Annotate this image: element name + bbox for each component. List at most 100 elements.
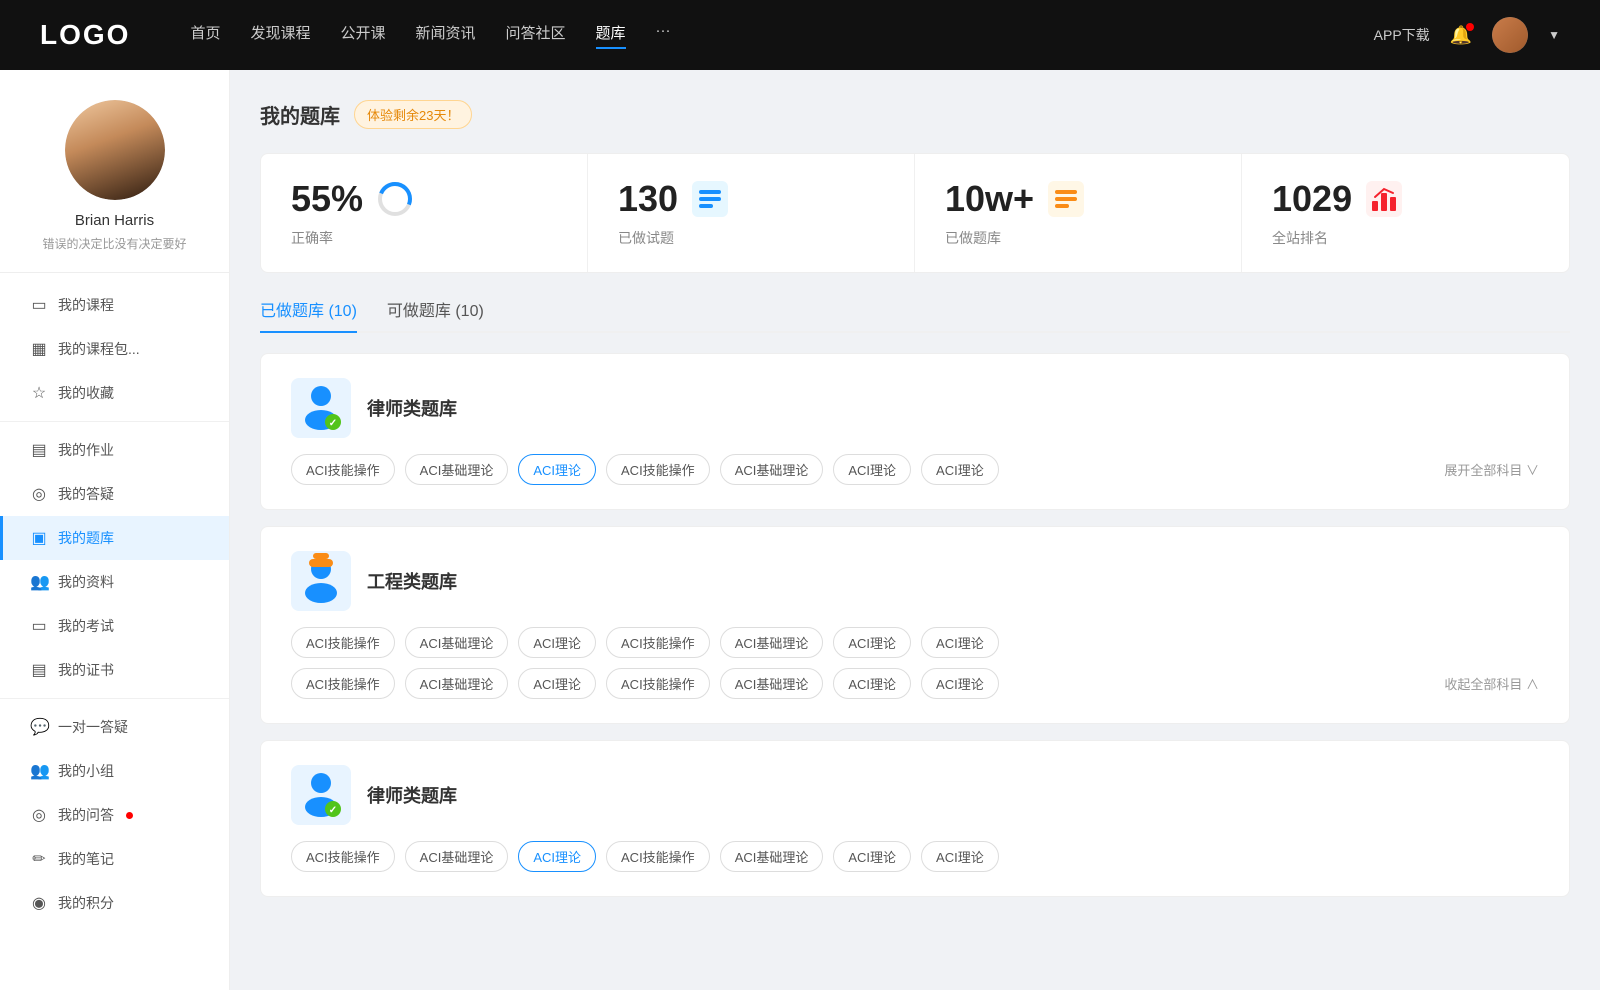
nav-open-course[interactable]: 公开课 bbox=[340, 22, 385, 49]
sidebar-item-questions[interactable]: ◎ 我的问答 bbox=[0, 793, 229, 837]
expand-link-1[interactable]: 展开全部科目 ∨ bbox=[1444, 460, 1539, 479]
course-package-icon: ▦ bbox=[30, 339, 48, 359]
stat-ranking: 1029 全站排名 bbox=[1242, 154, 1569, 272]
certificate-icon: ▤ bbox=[30, 660, 48, 680]
tag[interactable]: ACI基础理论 bbox=[720, 841, 824, 872]
banks-done-label: 已做题库 bbox=[945, 228, 1211, 248]
sidebar-item-label: 我的笔记 bbox=[58, 849, 114, 869]
sidebar-item-question-bank[interactable]: ▣ 我的题库 bbox=[0, 516, 229, 560]
nav-more[interactable]: ··· bbox=[656, 22, 671, 49]
tag[interactable]: ACI理论 bbox=[921, 668, 999, 699]
stat-top: 130 bbox=[618, 178, 884, 220]
tab-done-banks[interactable]: 已做题库 (10) bbox=[260, 297, 357, 333]
stat-accuracy: 55% 正确率 bbox=[261, 154, 588, 272]
bank-card-title-3: 律师类题库 bbox=[367, 782, 457, 808]
tag[interactable]: ACI技能操作 bbox=[291, 668, 395, 699]
sidebar-item-label: 我的证书 bbox=[58, 660, 114, 680]
sidebar-item-my-course[interactable]: ▭ 我的课程 bbox=[0, 283, 229, 327]
bank-card-2-tags-row1: ACI技能操作 ACI基础理论 ACI理论 ACI技能操作 ACI基础理论 AC… bbox=[291, 627, 1539, 658]
tag[interactable]: ACI技能操作 bbox=[291, 841, 395, 872]
qa-icon: ◎ bbox=[30, 484, 48, 504]
sidebar-item-my-qa[interactable]: ◎ 我的答疑 bbox=[0, 472, 229, 516]
trial-badge: 体验剩余23天！ bbox=[354, 100, 472, 129]
tag[interactable]: ACI基础理论 bbox=[720, 627, 824, 658]
nav-qa[interactable]: 问答社区 bbox=[506, 22, 566, 49]
sidebar-item-notes[interactable]: ✏ 我的笔记 bbox=[0, 837, 229, 881]
sidebar-item-label: 我的收藏 bbox=[58, 383, 114, 403]
tag[interactable]: ACI基础理论 bbox=[405, 668, 509, 699]
sidebar-profile: Brian Harris 错误的决定比没有决定要好 bbox=[0, 100, 229, 273]
sidebar-item-label: 我的答疑 bbox=[58, 484, 114, 504]
question-bank-icon: ▣ bbox=[30, 528, 48, 548]
tag[interactable]: ACI理论 bbox=[833, 668, 911, 699]
nav-question-bank[interactable]: 题库 bbox=[596, 22, 626, 49]
chart-red-icon bbox=[1366, 181, 1402, 217]
sidebar-item-label: 我的考试 bbox=[58, 616, 114, 636]
sidebar-avatar bbox=[65, 100, 165, 200]
tab-available-banks[interactable]: 可做题库 (10) bbox=[387, 297, 484, 331]
tag[interactable]: ACI理论 bbox=[518, 668, 596, 699]
sidebar-item-favorites[interactable]: ☆ 我的收藏 bbox=[0, 371, 229, 415]
stat-top: 55% bbox=[291, 178, 557, 220]
bank-card-2-tags-row2: ACI技能操作 ACI基础理论 ACI理论 ACI技能操作 ACI基础理论 AC… bbox=[291, 668, 1539, 699]
sidebar-divider-1 bbox=[0, 421, 229, 422]
tag[interactable]: ACI技能操作 bbox=[606, 668, 710, 699]
tag[interactable]: ACI基础理论 bbox=[720, 454, 824, 485]
bank-card-title-1: 律师类题库 bbox=[367, 395, 457, 421]
sidebar-item-label: 一对一答疑 bbox=[58, 717, 128, 737]
tag[interactable]: ACI技能操作 bbox=[291, 627, 395, 658]
tag[interactable]: ACI技能操作 bbox=[606, 627, 710, 658]
tag[interactable]: ACI基础理论 bbox=[405, 841, 509, 872]
bank-card-header-3: ✓ 律师类题库 bbox=[291, 765, 1539, 825]
tag[interactable]: ACI基础理论 bbox=[720, 668, 824, 699]
collapse-link-2[interactable]: 收起全部科目 ∧ bbox=[1444, 674, 1539, 693]
nav-news[interactable]: 新闻资讯 bbox=[416, 22, 476, 49]
main-layout: Brian Harris 错误的决定比没有决定要好 ▭ 我的课程 ▦ 我的课程包… bbox=[0, 70, 1600, 990]
stat-banks-done: 10w+ 已做题库 bbox=[915, 154, 1242, 272]
sidebar-item-label: 我的小组 bbox=[58, 761, 114, 781]
sidebar-item-exam[interactable]: ▭ 我的考试 bbox=[0, 604, 229, 648]
tag[interactable]: ACI理论 bbox=[833, 454, 911, 485]
notification-bell[interactable]: 🔔 bbox=[1450, 25, 1472, 46]
sidebar-item-one-on-one[interactable]: 💬 一对一答疑 bbox=[0, 705, 229, 749]
homework-icon: ▤ bbox=[30, 440, 48, 460]
avatar[interactable] bbox=[1492, 17, 1528, 53]
app-download[interactable]: APP下载 bbox=[1374, 25, 1430, 45]
exam-icon: ▭ bbox=[30, 616, 48, 636]
sidebar-item-certificate[interactable]: ▤ 我的证书 bbox=[0, 648, 229, 692]
tag[interactable]: ACI理论 bbox=[833, 627, 911, 658]
sidebar-item-points[interactable]: ◉ 我的积分 bbox=[0, 881, 229, 925]
accuracy-label: 正确率 bbox=[291, 228, 557, 248]
bank-card-header-1: ✓ 律师类题库 bbox=[291, 378, 1539, 438]
notes-icon: ✏ bbox=[30, 849, 48, 869]
tag[interactable]: ACI理论 bbox=[921, 627, 999, 658]
tag[interactable]: ACI技能操作 bbox=[291, 454, 395, 485]
sidebar-item-homework[interactable]: ▤ 我的作业 bbox=[0, 428, 229, 472]
tag[interactable]: ACI理论 bbox=[833, 841, 911, 872]
ranking-label: 全站排名 bbox=[1272, 228, 1539, 248]
tag-active[interactable]: ACI理论 bbox=[518, 841, 596, 872]
user-menu-chevron[interactable]: ▼ bbox=[1548, 28, 1560, 42]
sidebar-item-materials[interactable]: 👥 我的资料 bbox=[0, 560, 229, 604]
tag[interactable]: ACI基础理论 bbox=[405, 627, 509, 658]
tag[interactable]: ACI基础理论 bbox=[405, 454, 509, 485]
sidebar-item-course-package[interactable]: ▦ 我的课程包... bbox=[0, 327, 229, 371]
tag[interactable]: ACI技能操作 bbox=[606, 454, 710, 485]
tag[interactable]: ACI理论 bbox=[518, 627, 596, 658]
questions-dot bbox=[126, 812, 133, 819]
lawyer-icon-3: ✓ bbox=[291, 765, 351, 825]
svg-text:✓: ✓ bbox=[329, 805, 337, 816]
tag-active[interactable]: ACI理论 bbox=[518, 454, 596, 485]
sidebar-item-groups[interactable]: 👥 我的小组 bbox=[0, 749, 229, 793]
engineer-icon bbox=[291, 551, 351, 611]
sidebar-motto: 错误的决定比没有决定要好 bbox=[20, 235, 209, 252]
tag[interactable]: ACI理论 bbox=[921, 841, 999, 872]
tag[interactable]: ACI理论 bbox=[921, 454, 999, 485]
banks-done-value: 10w+ bbox=[945, 178, 1034, 220]
nav-discover[interactable]: 发现课程 bbox=[250, 22, 310, 49]
sidebar-item-label: 我的资料 bbox=[58, 572, 114, 592]
one-on-one-icon: 💬 bbox=[30, 717, 48, 737]
nav-home[interactable]: 首页 bbox=[190, 22, 220, 49]
bank-card-3-tags: ACI技能操作 ACI基础理论 ACI理论 ACI技能操作 ACI基础理论 AC… bbox=[291, 841, 1539, 872]
tag[interactable]: ACI技能操作 bbox=[606, 841, 710, 872]
